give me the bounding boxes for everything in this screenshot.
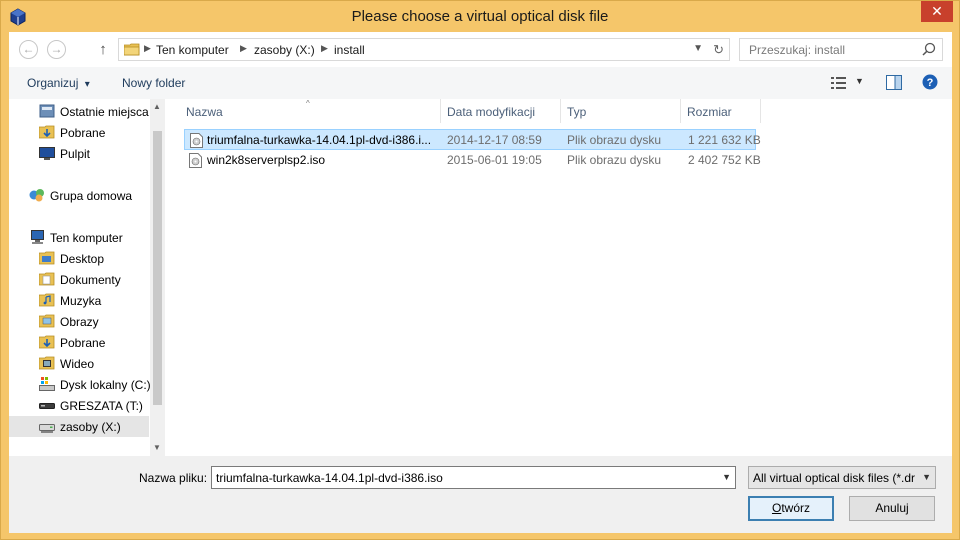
drive-icon (39, 403, 55, 409)
svg-text:?: ? (927, 77, 934, 89)
nav-item-downloads[interactable]: Pobrane (9, 122, 149, 143)
videos-folder-icon (39, 356, 55, 370)
downloads-folder-icon (39, 335, 55, 349)
disc-image-file-icon (190, 133, 203, 148)
breadcrumb-computer[interactable]: Ten komputer (156, 43, 229, 57)
nav-item-downloads-2[interactable]: Pobrane (9, 332, 149, 353)
chevron-down-icon[interactable]: ▼ (722, 472, 731, 482)
nav-item-videos[interactable]: Wideo (9, 353, 149, 374)
breadcrumb-install[interactable]: install (334, 43, 365, 57)
filename-value: triumfalna-turkawka-14.04.1pl-dvd-i386.i… (216, 471, 443, 485)
file-type-filter-value: All virtual optical disk files (*.dr (753, 471, 916, 485)
nav-item-documents[interactable]: Dokumenty (9, 269, 149, 290)
nav-item-pictures[interactable]: Obrazy (9, 311, 149, 332)
column-divider[interactable] (560, 99, 561, 123)
column-header-name[interactable]: Nazwa (186, 105, 223, 127)
nav-item-zasoby[interactable]: zasoby (X:) (9, 416, 149, 437)
address-bar[interactable]: ▶ Ten komputer ▶ zasoby (X:) ▶ install ▼… (118, 38, 730, 61)
column-divider[interactable] (680, 99, 681, 123)
window-title: Please choose a virtual optical disk fil… (351, 8, 609, 25)
dialog-window: Please choose a virtual optical disk fil… (0, 0, 960, 540)
nav-item-music[interactable]: Muzyka (9, 290, 149, 311)
network-drive-icon (39, 424, 55, 433)
file-type: Plik obrazu dysku (567, 153, 662, 167)
column-divider[interactable] (760, 99, 761, 123)
search-icon[interactable] (922, 42, 936, 56)
computer-icon (31, 230, 44, 244)
nav-item-desktop[interactable]: Pulpit (9, 143, 149, 164)
up-button[interactable]: ↑ (92, 40, 114, 60)
file-type-filter[interactable]: All virtual optical disk files (*.dr ▼ (748, 466, 936, 489)
command-bar: Organizuj ▾ Nowy folder ▼ ? (9, 67, 952, 99)
file-size: 1 221 632 KB (688, 133, 761, 147)
nav-scrollbar[interactable]: ▲ ▼ (150, 99, 165, 456)
downloads-folder-icon (39, 125, 55, 139)
breadcrumb-drive[interactable]: zasoby (X:) (254, 43, 315, 57)
preview-pane-icon[interactable] (886, 75, 902, 90)
navigation-pane: Ostatnie miejsca Pobrane Pulpit Grupa do… (9, 99, 164, 454)
pictures-folder-icon (39, 314, 55, 328)
chevron-right-icon[interactable]: ▶ (144, 43, 151, 54)
dialog-footer: Nazwa pliku: triumfalna-turkawka-14.04.1… (9, 456, 952, 533)
disc-image-file-icon (189, 153, 202, 168)
folder-icon (39, 251, 55, 265)
column-divider[interactable] (440, 99, 441, 123)
file-row[interactable]: win2k8serverplsp2.iso 2015-06-01 19:05 P… (184, 150, 761, 171)
column-header-type[interactable]: Typ (567, 105, 586, 127)
nav-item-recent-places[interactable]: Ostatnie miejsca (9, 101, 149, 122)
folder-icon (124, 43, 140, 56)
help-icon[interactable]: ? (922, 74, 938, 90)
file-type: Plik obrazu dysku (567, 133, 662, 147)
dialog-client: ← → ↑ ▶ Ten komputer ▶ zasoby (X:) ▶ ins… (9, 32, 952, 533)
file-date: 2014-12-17 08:59 (447, 133, 542, 147)
nav-item-homegroup[interactable]: Grupa domowa (9, 185, 149, 206)
column-header-date[interactable]: Data modyfikacji (447, 105, 535, 127)
file-date: 2015-06-01 19:05 (447, 153, 542, 167)
navigation-bar: ← → ↑ ▶ Ten komputer ▶ zasoby (X:) ▶ ins… (9, 32, 952, 66)
chevron-right-icon[interactable]: ▶ (240, 43, 247, 54)
close-button[interactable]: ✕ (921, 1, 953, 22)
refresh-icon[interactable]: ↻ (713, 42, 724, 58)
nav-item-local-disk[interactable]: Dysk lokalny (C:) (9, 374, 151, 395)
filename-input[interactable]: triumfalna-turkawka-14.04.1pl-dvd-i386.i… (211, 466, 736, 489)
chevron-down-icon: ▾ (84, 79, 90, 90)
file-row[interactable]: triumfalna-turkawka-14.04.1pl-dvd-i386.i… (184, 129, 761, 150)
search-placeholder: Przeszukaj: install (749, 43, 846, 57)
chevron-down-icon[interactable]: ▼ (855, 76, 864, 86)
new-folder-button[interactable]: Nowy folder (122, 76, 185, 90)
open-button[interactable]: Otwórz (748, 496, 834, 521)
music-folder-icon (39, 293, 55, 307)
scrollbar-thumb[interactable] (153, 131, 162, 405)
file-list: ^ Nazwa Data modyfikacji Typ Rozmiar tri… (166, 99, 952, 455)
sort-ascending-icon: ^ (306, 99, 310, 108)
nav-item-this-pc[interactable]: Ten komputer (9, 227, 149, 248)
cancel-button[interactable]: Anuluj (849, 496, 935, 521)
scroll-down-icon[interactable]: ▼ (153, 443, 161, 452)
organize-button[interactable]: Organizuj ▾ (27, 76, 90, 90)
view-details-icon[interactable] (831, 77, 847, 89)
chevron-down-icon[interactable]: ▼ (693, 43, 703, 54)
title-bar[interactable]: Please choose a virtual optical disk fil… (1, 1, 959, 32)
local-disk-icon (39, 377, 55, 391)
nav-item-desktop-folder[interactable]: Desktop (9, 248, 149, 269)
documents-folder-icon (39, 272, 55, 286)
file-size: 2 402 752 KB (688, 153, 761, 167)
search-box[interactable]: Przeszukaj: install (739, 38, 943, 61)
forward-button[interactable]: → (47, 40, 66, 59)
scroll-up-icon[interactable]: ▲ (153, 102, 161, 111)
desktop-icon (39, 147, 55, 160)
file-name: triumfalna-turkawka-14.04.1pl-dvd-i386.i… (207, 133, 432, 147)
nav-item-greszata[interactable]: GRESZATA (T:) (9, 395, 149, 416)
homegroup-icon (29, 189, 44, 202)
column-header-size[interactable]: Rozmiar (687, 105, 732, 127)
recent-places-icon (39, 104, 55, 118)
file-name: win2k8serverplsp2.iso (207, 153, 326, 167)
chevron-down-icon[interactable]: ▼ (922, 472, 931, 482)
back-button[interactable]: ← (19, 40, 38, 59)
organize-label: Organizuj (27, 76, 79, 90)
filename-label: Nazwa pliku: (139, 471, 208, 485)
chevron-right-icon[interactable]: ▶ (321, 43, 328, 54)
